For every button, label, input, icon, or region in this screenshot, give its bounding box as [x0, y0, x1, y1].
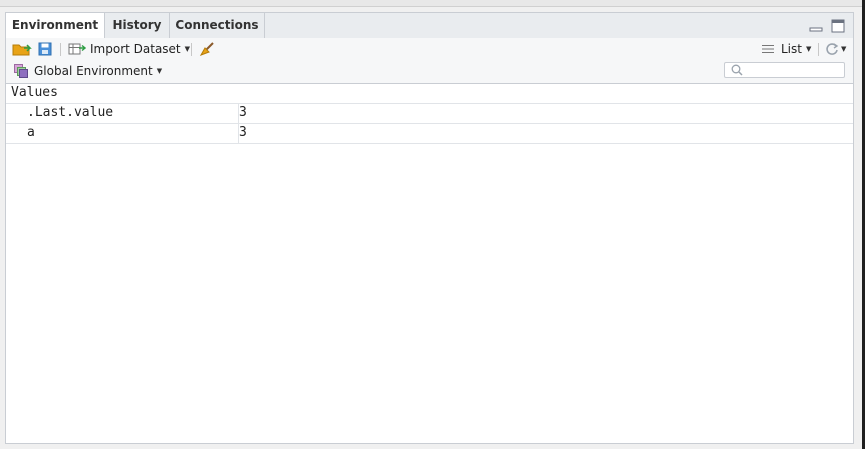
- maximize-icon[interactable]: [831, 19, 845, 33]
- toolbar-main: Import Dataset ▼ List ▼ ▼: [6, 38, 853, 61]
- tab-history[interactable]: History: [105, 13, 170, 38]
- tab-connections[interactable]: Connections: [170, 13, 265, 38]
- environment-selector[interactable]: Global Environment ▼: [14, 60, 162, 82]
- toolbar-separator: [818, 43, 819, 56]
- tab-bar: Environment History Connections: [6, 13, 853, 39]
- variable-value: 3: [239, 125, 247, 140]
- chevron-down-icon: ▼: [184, 45, 191, 53]
- chevron-down-icon: ▼: [805, 45, 812, 53]
- toolbar-separator: [60, 43, 61, 56]
- tab-environment[interactable]: Environment: [6, 13, 105, 39]
- environment-pane: Environment History Connections Import D…: [5, 12, 854, 444]
- toolbar-environment: Global Environment ▼: [6, 60, 853, 84]
- table-import-icon: [68, 43, 86, 55]
- load-workspace-button[interactable]: [12, 38, 32, 60]
- search-input[interactable]: [724, 62, 845, 78]
- broom-icon: [199, 42, 214, 56]
- import-dataset-button[interactable]: Import Dataset ▼: [68, 38, 190, 60]
- refresh-icon: [826, 43, 839, 55]
- search-icon: [731, 64, 743, 76]
- list-icon: [762, 45, 774, 53]
- minimize-icon[interactable]: [809, 19, 823, 33]
- view-mode-dropdown[interactable]: List ▼: [762, 38, 811, 60]
- chevron-down-icon: ▼: [156, 67, 163, 75]
- variable-name: .Last.value: [27, 105, 114, 120]
- clear-workspace-button[interactable]: [199, 38, 215, 60]
- toolbar-separator: [191, 43, 192, 56]
- save-icon: [38, 42, 52, 56]
- import-dataset-label: Import Dataset: [90, 42, 181, 56]
- top-strip: [0, 0, 865, 7]
- environment-icon: [14, 64, 28, 78]
- variable-value: 3: [239, 105, 247, 120]
- save-workspace-button[interactable]: [38, 38, 52, 60]
- view-mode-label: List: [781, 42, 802, 56]
- values-section-header: Values: [6, 83, 853, 104]
- table-row[interactable]: a 3: [6, 124, 853, 144]
- refresh-button[interactable]: ▼: [825, 38, 846, 60]
- table-row[interactable]: .Last.value 3: [6, 104, 853, 124]
- folder-open-icon: [12, 44, 32, 56]
- environment-label: Global Environment: [34, 64, 153, 78]
- variable-name: a: [27, 125, 35, 140]
- values-section-title: Values: [11, 85, 58, 100]
- chevron-down-icon: ▼: [841, 45, 847, 53]
